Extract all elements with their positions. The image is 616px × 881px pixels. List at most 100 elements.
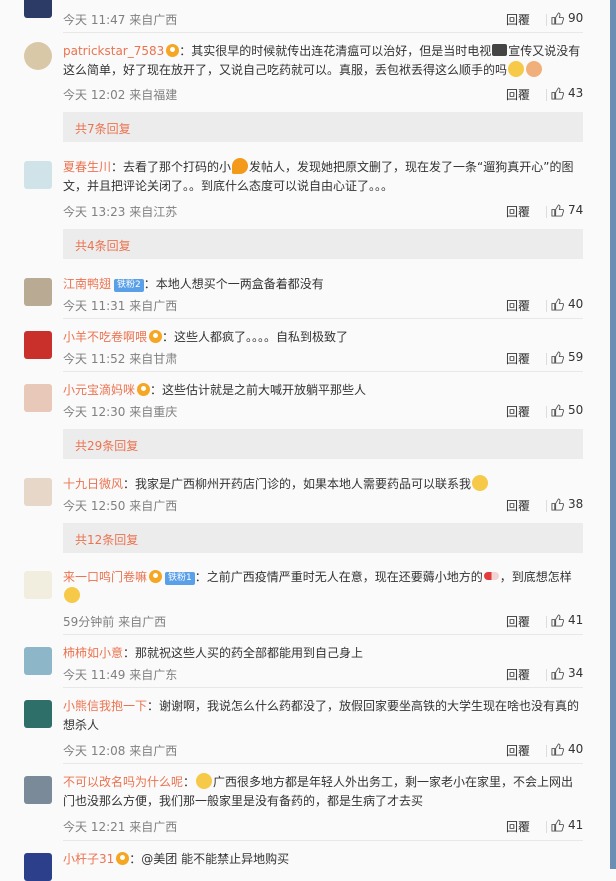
comment-meta: 今天 12:30 来自重庆 回覆 50 <box>63 403 583 421</box>
reply-button[interactable]: 回覆 <box>506 666 530 683</box>
reply-button[interactable]: 回覆 <box>506 297 530 314</box>
comment-text: 小羊不吃卷啊喂 ：这些人都疯了。。。。自私到极致了 <box>63 330 349 344</box>
thumbs-up-icon <box>551 404 564 417</box>
comment-meta: 今天 12:08 来自广西 回覆 40 <box>63 742 583 760</box>
reply-button[interactable]: 回覆 <box>506 497 530 514</box>
thumbs-up-icon <box>551 614 564 627</box>
avatar[interactable] <box>24 776 52 804</box>
comment-meta: 今天 12:21 来自广西 回覆 41 <box>63 818 583 836</box>
avatar[interactable] <box>24 161 52 189</box>
comment-text: 夏春生川：去看了那个打码的小 发帖人，发现她把原文删了，现在发了一条“遛狗真开心”… <box>63 158 574 193</box>
avatar[interactable] <box>24 853 52 881</box>
thumbs-up-icon <box>551 498 564 511</box>
emoji-icon <box>196 773 213 789</box>
scrollbar[interactable] <box>610 0 616 869</box>
thumbs-up-icon <box>551 87 564 100</box>
comment-text: 小杆子31 ：@美团 能不能禁止异地购买 <box>63 852 290 866</box>
avatar[interactable] <box>24 571 52 599</box>
avatar[interactable] <box>24 384 52 412</box>
emoji-icon <box>508 61 525 77</box>
comment-text: 柿柿如小意：那就祝这些人买的药全部都能用到自己身上 <box>63 646 364 660</box>
vip-badge-icon <box>149 570 163 583</box>
avatar[interactable] <box>24 647 52 675</box>
comment-text: 江南鸭翅 铁粉2 ：本地人想买个一两盒备着都没有 <box>63 277 324 292</box>
comment-time: 59分钟前 来自广西 <box>63 615 167 629</box>
username-link[interactable]: 小元宝滴妈咪 <box>63 383 135 397</box>
reply-button[interactable]: 回覆 <box>506 403 530 420</box>
vip-badge-icon <box>116 852 130 865</box>
comment-text: 小元宝滴妈咪 ：这些估计就是之前大喊开放躺平那些人 <box>63 383 367 397</box>
reply-button[interactable]: 回覆 <box>506 203 530 220</box>
like-count: 59 <box>568 350 584 364</box>
more-replies-button[interactable]: 共29条回复 <box>63 429 583 459</box>
divider <box>63 763 583 764</box>
reply-button[interactable]: 回覆 <box>506 86 530 103</box>
more-replies-button[interactable]: 共4条回复 <box>63 229 583 259</box>
comment-time: 今天 12:21 来自广西 <box>63 820 178 834</box>
username-link[interactable]: 不可以改名吗为什么呢 <box>63 775 183 789</box>
thumbs-up-icon <box>551 819 564 832</box>
tv-emoji-icon <box>492 44 508 56</box>
comment-time: 今天 12:30 来自重庆 <box>63 405 178 419</box>
comment-text: 小熊信我抱一下：谢谢啊，我说怎么什么药都没了，放假回家要坐高铁的大学生现在啥也没… <box>63 699 580 732</box>
username-link[interactable]: 夏春生川 <box>63 160 111 174</box>
comment-time: 今天 12:02 来自福建 <box>63 88 178 102</box>
divider <box>63 634 583 635</box>
like-count: 40 <box>568 742 584 756</box>
divider <box>546 89 547 101</box>
username-link[interactable]: patrickstar_7583 <box>63 44 164 58</box>
avatar[interactable] <box>24 478 52 506</box>
comment-time: 今天 11:52 来自甘肃 <box>63 352 178 366</box>
username-link[interactable]: 小羊不吃卷啊喂 <box>63 330 147 344</box>
avatar[interactable] <box>24 42 52 70</box>
username-link[interactable]: 江南鸭翅 <box>63 277 111 291</box>
comment-text: 十九日微风：我家是广西柳州开药店门诊的，如果本地人需要药品可以联系我 <box>63 475 582 494</box>
vip-badge-icon <box>137 383 151 396</box>
divider <box>546 353 547 365</box>
reply-button[interactable]: 回覆 <box>506 11 530 28</box>
avatar[interactable] <box>24 700 52 728</box>
cat-emoji-icon <box>526 61 543 77</box>
divider <box>63 687 583 688</box>
fan-badge: 铁粉2 <box>114 279 144 292</box>
fan-badge: 铁粉1 <box>165 572 195 585</box>
comment-time: 今天 12:50 来自广西 <box>63 499 178 513</box>
divider <box>546 300 547 312</box>
thumbs-up-icon <box>551 667 564 680</box>
like-count: 38 <box>568 497 584 511</box>
username-link[interactable]: 柿柿如小意 <box>63 646 123 660</box>
like-count: 34 <box>568 666 584 680</box>
comment-meta: 今天 12:02 来自福建 回覆 43 <box>63 86 583 104</box>
emoji-icon <box>64 587 80 603</box>
more-replies-button[interactable]: 共12条回复 <box>63 523 583 553</box>
username-link[interactable]: 小熊信我抱一下 <box>63 699 147 713</box>
like-count: 74 <box>568 203 584 217</box>
reply-button[interactable]: 回覆 <box>506 742 530 759</box>
username-link[interactable]: 十九日微风 <box>63 477 123 491</box>
reply-button[interactable]: 回覆 <box>506 613 530 630</box>
divider <box>546 616 547 628</box>
thumbs-up-icon <box>551 204 564 217</box>
divider <box>546 745 547 757</box>
divider <box>546 500 547 512</box>
more-replies-button[interactable]: 共7条回复 <box>63 112 583 142</box>
like-count: 40 <box>568 297 584 311</box>
divider <box>546 206 547 218</box>
username-link[interactable]: 小杆子31 <box>63 852 114 866</box>
like-count: 50 <box>568 403 584 417</box>
like-count: 43 <box>568 86 584 100</box>
divider <box>63 840 583 841</box>
comment-time: 今天 11:31 来自广西 <box>63 299 178 313</box>
avatar[interactable] <box>24 278 52 306</box>
divider <box>546 669 547 681</box>
comment-meta: 今天 11:52 来自甘肃 回覆 59 <box>63 350 583 368</box>
avatar[interactable] <box>24 331 52 359</box>
reply-button[interactable]: 回覆 <box>506 350 530 367</box>
reply-button[interactable]: 回覆 <box>506 818 530 835</box>
comment-time: 今天 11:49 来自广东 <box>63 668 178 682</box>
mango-emoji-icon <box>232 158 249 174</box>
avatar[interactable] <box>24 0 52 18</box>
like-count: 41 <box>568 818 584 832</box>
comment-meta: 今天 11:31 来自广西 回覆 40 <box>63 297 583 315</box>
username-link[interactable]: 来一口鸣门卷嘛 <box>63 570 147 584</box>
